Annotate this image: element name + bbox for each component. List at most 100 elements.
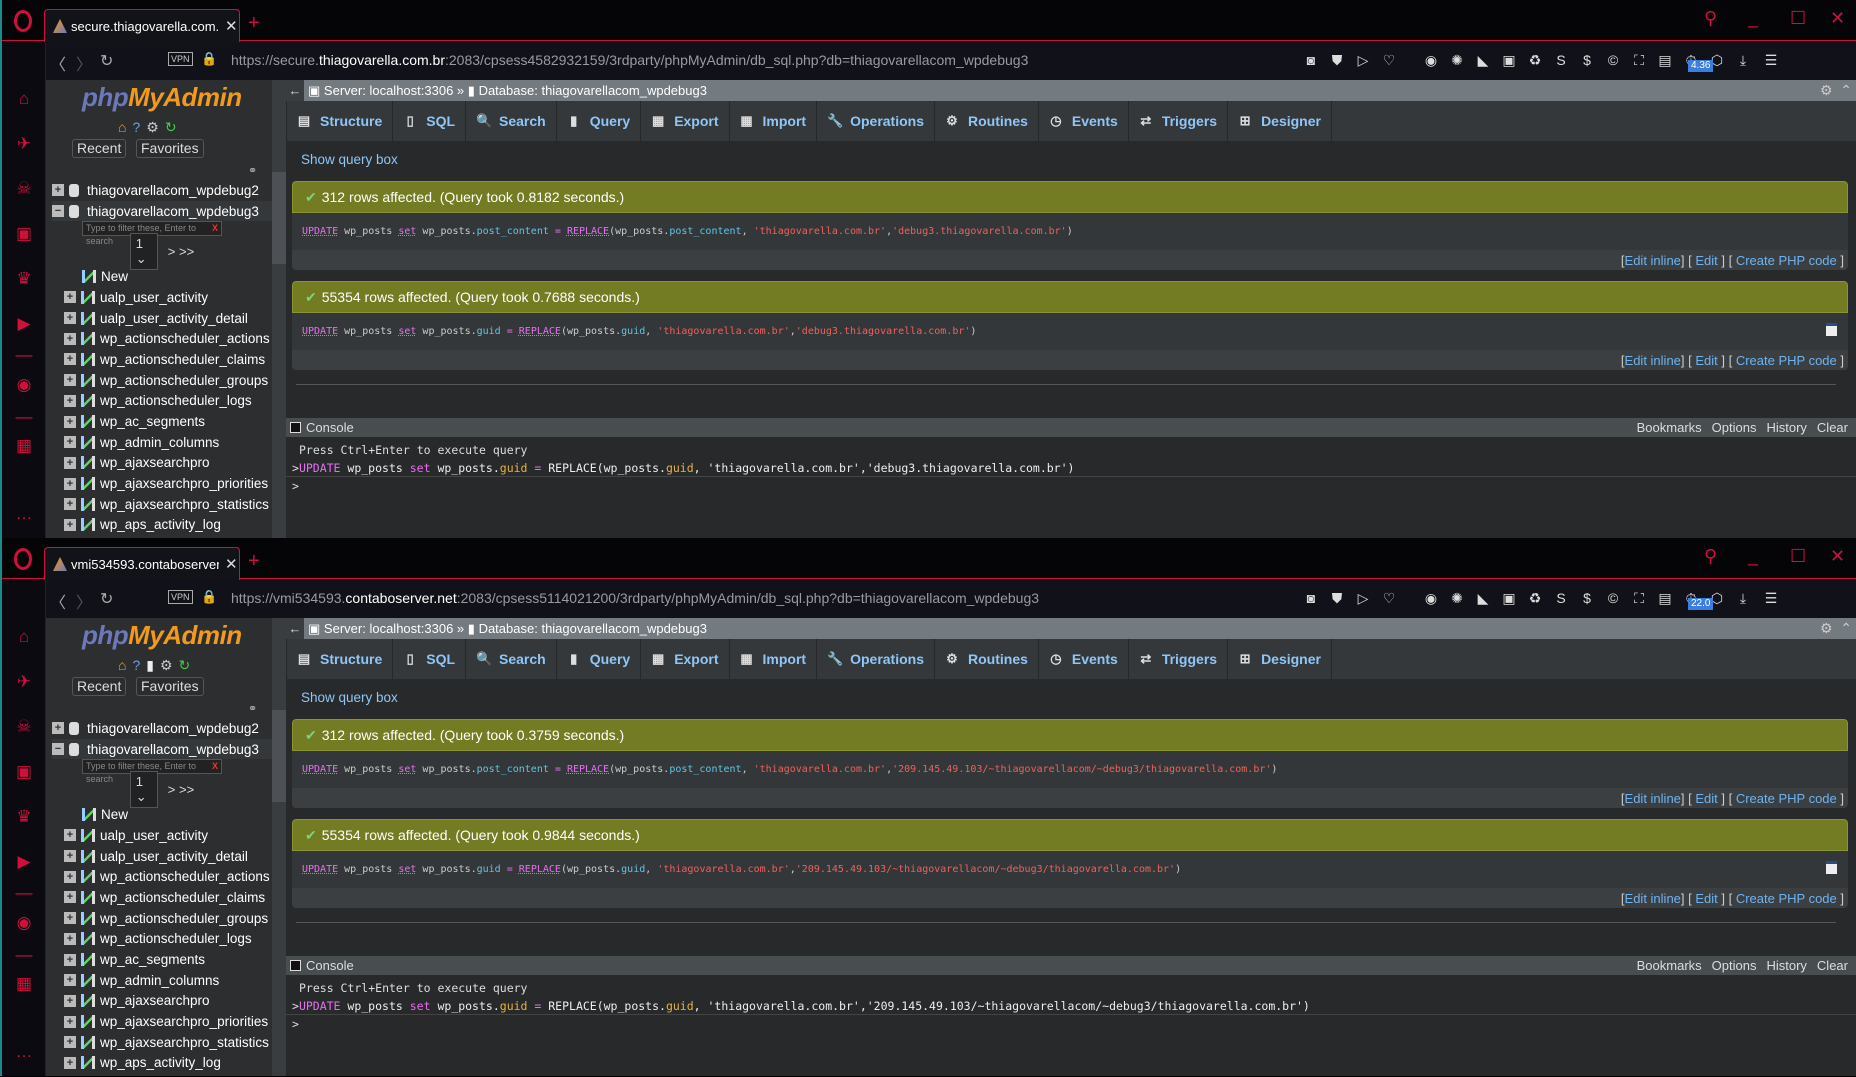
console-bookmarks-button[interactable]: Bookmarks	[1637, 956, 1702, 975]
divider-icon[interactable]: —	[14, 945, 34, 965]
home-icon[interactable]: ⌂	[118, 657, 126, 674]
tab-operations[interactable]: 🔧 Operations	[817, 101, 935, 141]
next-page-link[interactable]: > >>	[168, 782, 194, 797]
expand-icon[interactable]: +	[64, 477, 76, 490]
edit-link[interactable]: Edit	[1695, 891, 1717, 906]
crown-icon[interactable]: ♛	[14, 269, 34, 289]
player-icon[interactable]: ▶	[14, 314, 34, 334]
divider-icon[interactable]: —	[14, 407, 34, 427]
lock-icon[interactable]: 🔒	[201, 589, 217, 605]
collapse-nav-icon[interactable]: ←	[286, 618, 304, 639]
tab-import[interactable]: ▦ Import	[730, 639, 818, 679]
music-icon[interactable]: ◉	[14, 375, 34, 395]
vpn-badge[interactable]: VPN	[168, 590, 193, 604]
recent-button[interactable]: Recent	[72, 677, 127, 696]
tab-import[interactable]: ▦ Import	[730, 101, 818, 141]
tab-structure[interactable]: ▤ Structure	[286, 101, 394, 141]
more-icon[interactable]: …	[14, 504, 34, 524]
forward-icon[interactable]: 〉	[76, 51, 92, 75]
spy-icon[interactable]: ◉	[1422, 589, 1440, 607]
console-history-entry[interactable]: >UPDATE wp_posts set wp_posts.guid = REP…	[286, 997, 1856, 1015]
divider-icon[interactable]: —	[14, 883, 34, 903]
notepad-icon[interactable]	[1826, 323, 1837, 336]
console-history-button[interactable]: History	[1766, 418, 1806, 437]
tab-routines[interactable]: ⚙ Routines	[935, 101, 1039, 141]
expand-icon[interactable]: +	[64, 394, 76, 407]
forward-icon[interactable]: 〉	[76, 589, 92, 613]
s2-icon[interactable]: $	[1578, 51, 1596, 69]
lock-icon[interactable]: 🔒	[201, 51, 217, 67]
console-body[interactable]: Press Ctrl+Enter to execute query >UPDAT…	[286, 975, 1856, 1076]
expand-icon[interactable]: +	[64, 932, 76, 945]
s2-icon[interactable]: $	[1578, 589, 1596, 607]
expand-icon[interactable]: +	[64, 870, 76, 883]
clear-filter-button[interactable]: X	[212, 222, 221, 235]
tab-routines[interactable]: ⚙ Routines	[935, 639, 1039, 679]
table-item[interactable]: + wp_ajaxsearchpro	[52, 991, 272, 1012]
expand-icon[interactable]: +	[52, 184, 64, 197]
expand-icon[interactable]: +	[64, 994, 76, 1007]
new-table-item[interactable]: New	[52, 804, 272, 825]
url-field[interactable]: https://vmi534593.contaboserver.net:2083…	[231, 590, 1039, 606]
bookmark-icon[interactable]: ◣	[1474, 589, 1492, 607]
table-item[interactable]: + ualp_user_activity_detail	[52, 846, 272, 867]
send-icon[interactable]: ▷	[1354, 589, 1372, 607]
table-item[interactable]: + ualp_user_activity_detail	[52, 308, 272, 329]
apps-icon[interactable]: ▦	[14, 436, 34, 456]
next-page-link[interactable]: > >>	[168, 244, 194, 259]
tab-query[interactable]: ▮ Query	[557, 101, 642, 141]
table-item[interactable]: + wp_actionscheduler_groups	[52, 908, 272, 929]
tab-export[interactable]: ▦ Export	[641, 101, 730, 141]
create-php-code-link[interactable]: Create PHP code	[1736, 791, 1837, 806]
camera-icon[interactable]: ◙	[1302, 589, 1320, 607]
screenshot-icon[interactable]: ⛶	[1630, 589, 1648, 607]
database-item[interactable]: + thiagovarellacom_wpdebug2	[52, 718, 272, 739]
tab-designer[interactable]: ⊞ Designer	[1228, 101, 1332, 141]
table-item[interactable]: + wp_ajaxsearchpro_priorities	[52, 473, 272, 494]
minimize-button[interactable]: _	[1748, 546, 1758, 567]
new-tab-button[interactable]: +	[248, 12, 260, 35]
database-link[interactable]: thiagovarellacom_wpdebug3	[541, 621, 707, 636]
briefcase-icon[interactable]: ▣	[14, 224, 34, 244]
create-php-code-link[interactable]: Create PHP code	[1736, 891, 1837, 906]
notepad-icon[interactable]	[1826, 861, 1837, 874]
tab-sql[interactable]: ▯ SQL	[393, 639, 467, 679]
table-item[interactable]: + wp_ajaxsearchpro_priorities	[52, 1011, 272, 1032]
table-item[interactable]: + wp_aps_activity_log	[52, 515, 272, 536]
close-tab-icon[interactable]: ✕	[225, 555, 238, 573]
tab-triggers[interactable]: ⇄ Triggers	[1129, 101, 1229, 141]
expand-icon[interactable]: +	[64, 312, 76, 325]
back-icon[interactable]: 〈	[50, 589, 66, 613]
link-icon[interactable]: ⚭	[248, 164, 257, 177]
table-item[interactable]: + wp_aps_activity_log	[52, 1053, 272, 1074]
page-select[interactable]: 1 ⌄	[129, 770, 158, 808]
recycle-icon[interactable]: ♻	[1526, 589, 1544, 607]
edit-inline-link[interactable]: Edit inline	[1625, 353, 1681, 368]
expand-icon[interactable]: +	[64, 498, 76, 511]
send-icon[interactable]: ▷	[1354, 51, 1372, 69]
player-icon[interactable]: ▶	[14, 852, 34, 872]
table-item[interactable]: + wp_actionscheduler_claims	[52, 887, 272, 908]
close-window-button[interactable]: ✕	[1830, 546, 1845, 567]
server-link[interactable]: localhost:3306	[369, 83, 453, 98]
expand-icon[interactable]: +	[64, 1015, 76, 1028]
home-icon[interactable]: ⌂	[14, 627, 34, 647]
tab-query[interactable]: ▮ Query	[557, 639, 642, 679]
camera-icon[interactable]: ◙	[1302, 51, 1320, 69]
expand-icon[interactable]: +	[64, 374, 76, 387]
help-icon[interactable]: ?	[132, 657, 140, 674]
tab-sql[interactable]: ▯ SQL	[393, 101, 467, 141]
collapse-nav-icon[interactable]: ←	[286, 80, 304, 101]
opera-menu-icon[interactable]	[14, 548, 32, 570]
reload-icon[interactable]: ↻	[179, 657, 191, 674]
edit-inline-link[interactable]: Edit inline	[1625, 891, 1681, 906]
console-toggle-icon[interactable]	[290, 960, 301, 971]
help-icon[interactable]: ?	[132, 119, 140, 136]
vpn-badge[interactable]: VPN	[168, 52, 193, 66]
table-item[interactable]: + wp_actionscheduler_actions	[52, 866, 272, 887]
table-item[interactable]: + wp_ajaxsearchpro_statistics	[52, 1032, 272, 1053]
table-item[interactable]: + wp_ac_segments	[52, 411, 272, 432]
heart-icon[interactable]: ♡	[1380, 589, 1398, 607]
brain-icon[interactable]: ✺	[1448, 589, 1466, 607]
expand-icon[interactable]: +	[64, 415, 76, 428]
